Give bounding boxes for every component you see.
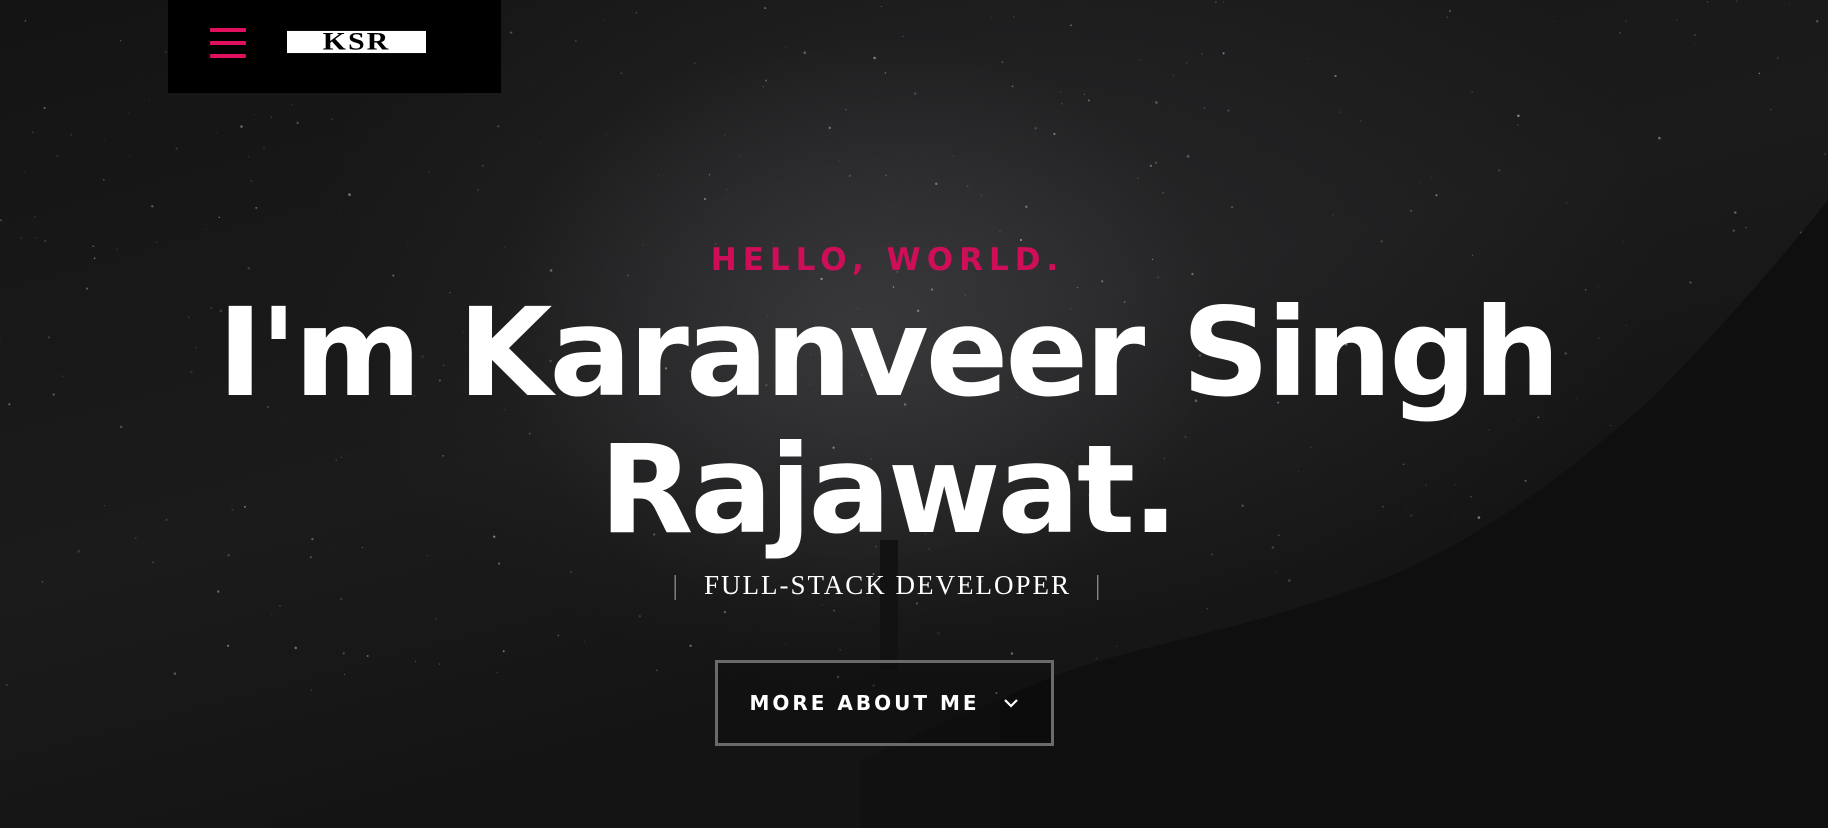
hero-headline: I'm Karanveer Singh Rajawat.: [0, 285, 1775, 559]
role-text: FULL-STACK DEVELOPER: [703, 570, 1072, 600]
role-divider-left: |: [672, 570, 680, 600]
hamburger-menu-icon[interactable]: [210, 28, 246, 58]
more-about-me-label: MORE ABOUT ME: [749, 691, 980, 715]
chevron-down-icon: [1003, 699, 1018, 708]
headline-line-1: I'm Karanveer Singh: [217, 282, 1561, 424]
hero-role: | FULL-STACK DEVELOPER |: [0, 570, 1775, 601]
role-divider-right: |: [1095, 570, 1103, 600]
hero-greeting: HELLO, WORLD.: [710, 242, 1065, 278]
site-logo[interactable]: KSR: [287, 30, 426, 54]
more-about-me-button[interactable]: MORE ABOUT ME: [715, 660, 1054, 746]
headline-line-2: Rajawat.: [599, 419, 1178, 561]
